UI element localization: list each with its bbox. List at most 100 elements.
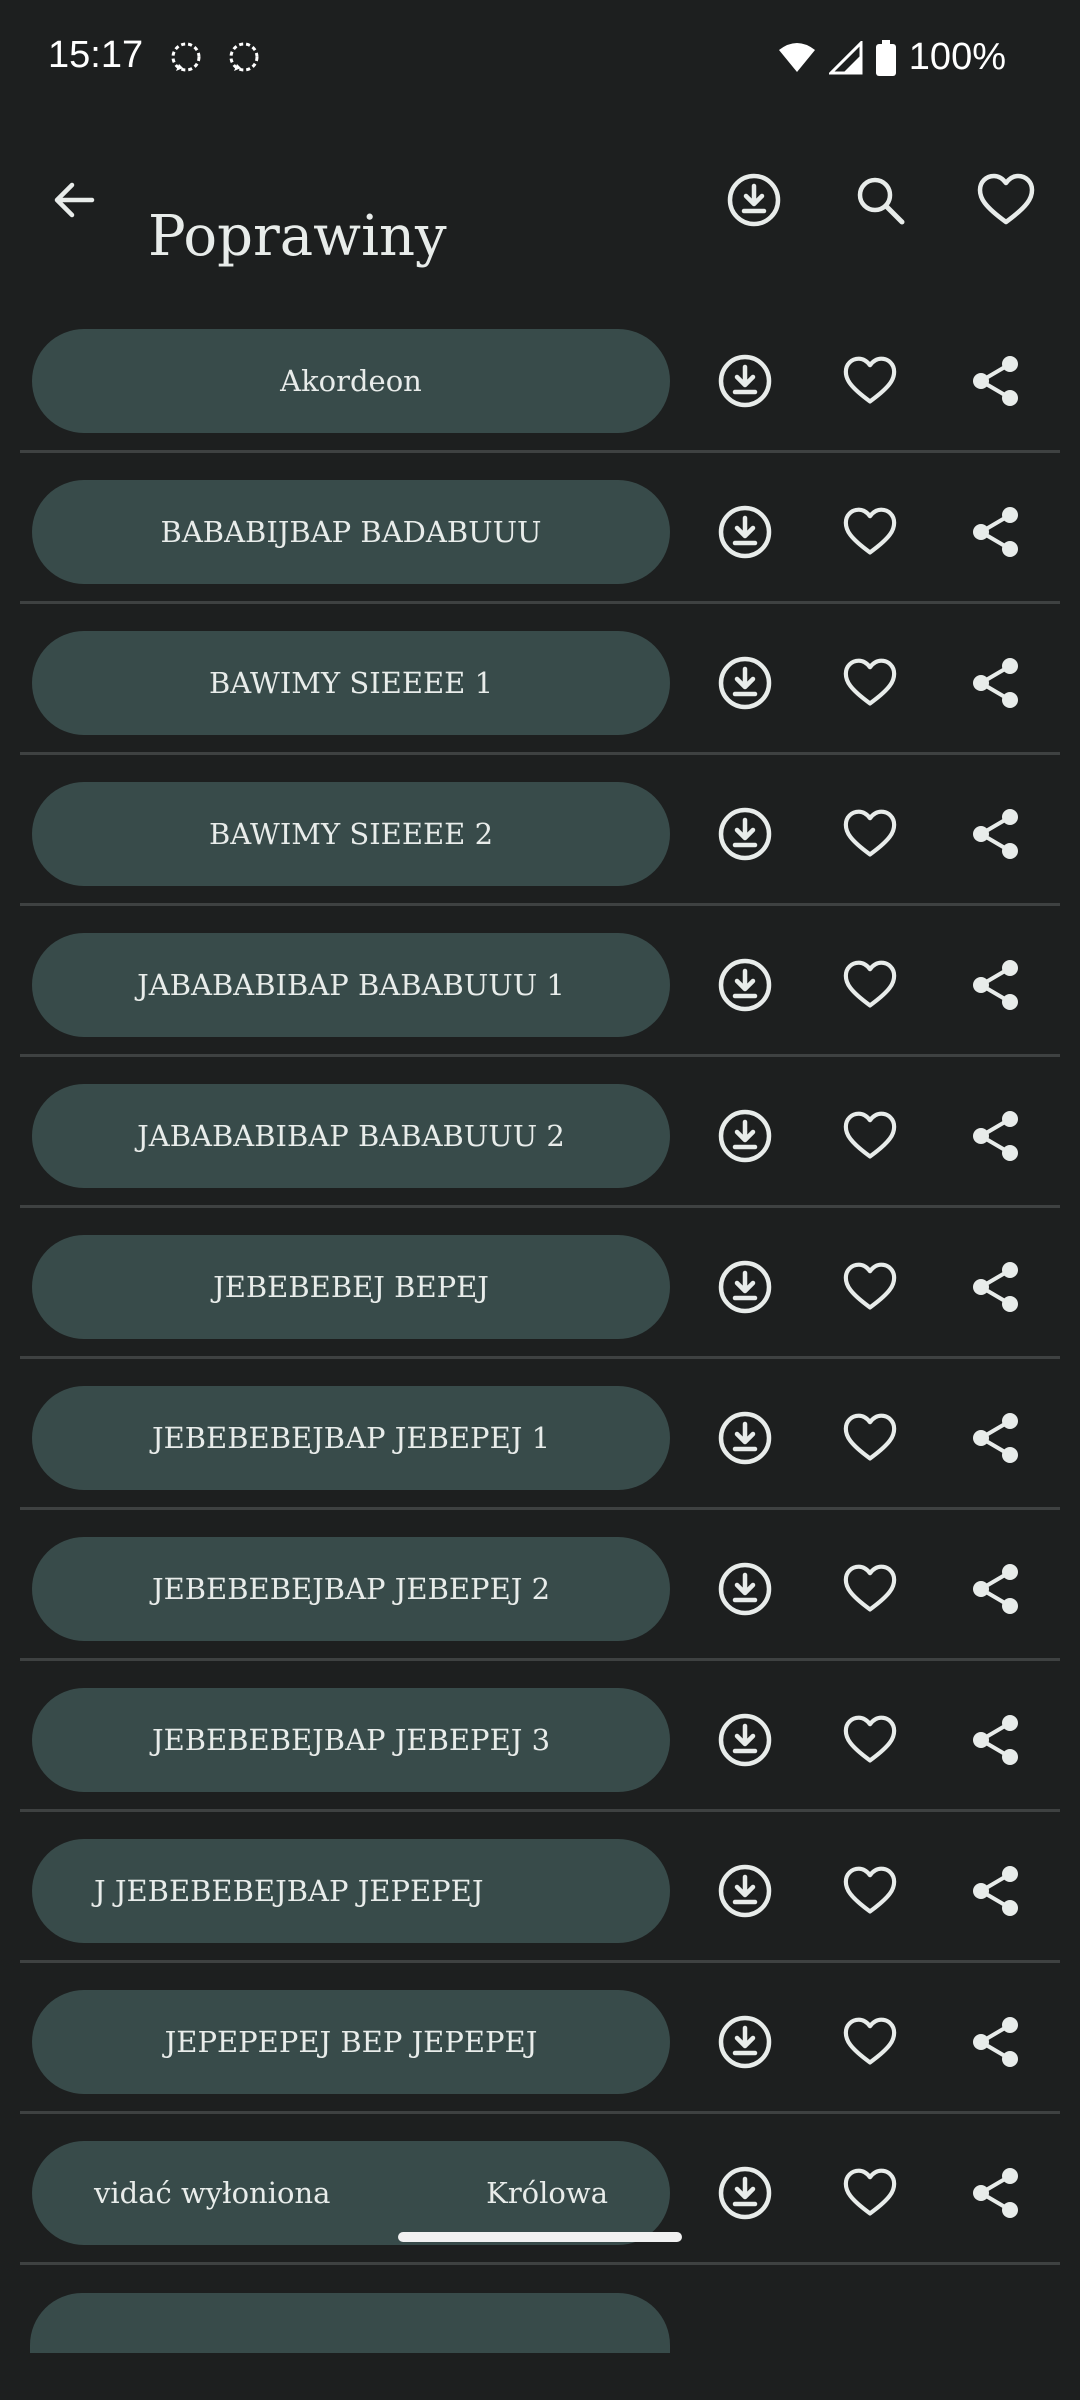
download-all-button[interactable] bbox=[716, 162, 792, 238]
sound-play-button[interactable]: BABABIJBAP BADABUUU bbox=[32, 480, 670, 584]
heart-icon bbox=[842, 1110, 898, 1162]
favorite-button[interactable] bbox=[828, 2151, 912, 2235]
sound-play-button[interactable] bbox=[30, 2293, 670, 2353]
favorite-button[interactable] bbox=[828, 490, 912, 574]
sound-play-button[interactable]: vidać wyłoniona Królowa bbox=[32, 2141, 670, 2245]
download-icon bbox=[715, 351, 775, 411]
download-icon bbox=[715, 1106, 775, 1166]
signal-messenger-icon bbox=[168, 40, 204, 76]
share-button[interactable] bbox=[954, 792, 1038, 876]
favorite-button[interactable] bbox=[828, 1698, 912, 1782]
sound-play-button[interactable]: BAWIMY SIEEEE 2 bbox=[32, 782, 670, 886]
heart-icon bbox=[976, 172, 1036, 228]
download-button[interactable] bbox=[703, 2151, 787, 2235]
share-button[interactable] bbox=[954, 1094, 1038, 1178]
favorite-button[interactable] bbox=[828, 641, 912, 725]
sound-play-button[interactable]: JEBEBEBEJBAP JEBEPEJ 2 bbox=[32, 1537, 670, 1641]
sound-play-button[interactable]: JEBEBEBEJBAP JEBEPEJ 3 bbox=[32, 1688, 670, 1792]
page-title: Poprawiny bbox=[148, 203, 447, 269]
share-icon bbox=[968, 1863, 1024, 1919]
download-button[interactable] bbox=[703, 1245, 787, 1329]
download-button[interactable] bbox=[703, 490, 787, 574]
sound-label: BAWIMY SIEEEE 2 bbox=[208, 817, 494, 851]
download-icon bbox=[715, 1257, 775, 1317]
favorite-button[interactable] bbox=[828, 1396, 912, 1480]
share-icon bbox=[968, 806, 1024, 862]
share-button[interactable] bbox=[954, 1547, 1038, 1631]
wifi-icon bbox=[777, 42, 817, 74]
share-button[interactable] bbox=[954, 641, 1038, 725]
gesture-nav-handle[interactable] bbox=[398, 2232, 682, 2242]
download-icon bbox=[715, 955, 775, 1015]
download-button[interactable] bbox=[703, 1094, 787, 1178]
download-button[interactable] bbox=[703, 1547, 787, 1631]
download-icon bbox=[715, 2163, 775, 2223]
sound-play-button[interactable]: JABABABIBAP BABABUUU 1 bbox=[32, 933, 670, 1037]
favorite-button[interactable] bbox=[828, 792, 912, 876]
download-button[interactable] bbox=[703, 943, 787, 1027]
list-item: BAWIMY SIEEEE 2 bbox=[0, 755, 1080, 906]
list-item: J JEBEBEBEJBAP JEPEPEJ bbox=[0, 1812, 1080, 1963]
share-icon bbox=[968, 2014, 1024, 2070]
sound-play-button[interactable]: JEBEBEBEJ BEPEJ bbox=[32, 1235, 670, 1339]
download-button[interactable] bbox=[703, 1849, 787, 1933]
list-item: JEPEPEPEJ BEP JEPEPEJ bbox=[0, 1963, 1080, 2114]
sound-label: JEPEPEPEJ BEP JEPEPEJ bbox=[164, 2025, 538, 2059]
share-button[interactable] bbox=[954, 2000, 1038, 2084]
share-icon bbox=[968, 957, 1024, 1013]
share-icon bbox=[968, 353, 1024, 409]
share-button[interactable] bbox=[954, 1396, 1038, 1480]
favorite-button[interactable] bbox=[828, 943, 912, 1027]
favorite-button[interactable] bbox=[828, 1245, 912, 1329]
share-button[interactable] bbox=[954, 490, 1038, 574]
list-item-partial bbox=[0, 2265, 1080, 2355]
sound-play-button[interactable]: JABABABIBAP BABABUUU 2 bbox=[32, 1084, 670, 1188]
share-icon bbox=[968, 1108, 1024, 1164]
battery-icon bbox=[875, 39, 897, 76]
list-item: JEBEBEBEJBAP JEBEPEJ 1 bbox=[0, 1359, 1080, 1510]
list-item: JEBEBEBEJBAP JEBEPEJ 2 bbox=[0, 1510, 1080, 1661]
share-button[interactable] bbox=[954, 1245, 1038, 1329]
share-icon bbox=[968, 1259, 1024, 1315]
sound-play-button[interactable]: Akordeon bbox=[32, 329, 670, 433]
sound-label: JEBEBEBEJBAP JEBEPEJ 3 bbox=[151, 1723, 551, 1757]
favorite-button[interactable] bbox=[828, 339, 912, 423]
share-button[interactable] bbox=[954, 2151, 1038, 2235]
share-icon bbox=[968, 655, 1024, 711]
favorite-button[interactable] bbox=[828, 1547, 912, 1631]
download-icon bbox=[715, 1559, 775, 1619]
search-button[interactable] bbox=[842, 162, 918, 238]
download-button[interactable] bbox=[703, 1396, 787, 1480]
share-button[interactable] bbox=[954, 339, 1038, 423]
share-button[interactable] bbox=[954, 1698, 1038, 1782]
sound-play-button[interactable]: J JEBEBEBEJBAP JEPEPEJ bbox=[32, 1839, 670, 1943]
sound-play-button[interactable]: JEBEBEBEJBAP JEBEPEJ 1 bbox=[32, 1386, 670, 1490]
download-button[interactable] bbox=[703, 1698, 787, 1782]
download-button[interactable] bbox=[703, 792, 787, 876]
sound-label: JABABABIBAP BABABUUU 2 bbox=[137, 1119, 565, 1153]
list-item: Akordeon bbox=[0, 302, 1080, 453]
share-icon bbox=[968, 1712, 1024, 1768]
status-time: 15:17 bbox=[48, 34, 144, 76]
download-icon bbox=[715, 1408, 775, 1468]
sound-play-button[interactable]: JEPEPEPEJ BEP JEPEPEJ bbox=[32, 1990, 670, 2094]
favorites-button[interactable] bbox=[968, 162, 1044, 238]
sound-play-button[interactable]: BAWIMY SIEEEE 1 bbox=[32, 631, 670, 735]
share-button[interactable] bbox=[954, 943, 1038, 1027]
heart-icon bbox=[842, 959, 898, 1011]
sound-label: J JEBEBEBEJBAP JEPEPEJ bbox=[94, 1874, 484, 1908]
share-button[interactable] bbox=[954, 1849, 1038, 1933]
favorite-button[interactable] bbox=[828, 2000, 912, 2084]
sound-label: JABABABIBAP BABABUUU 1 bbox=[137, 968, 565, 1002]
sound-label: JEBEBEBEJBAP JEBEPEJ 2 bbox=[151, 1572, 551, 1606]
heart-icon bbox=[842, 355, 898, 407]
back-button[interactable] bbox=[38, 164, 110, 236]
download-button[interactable] bbox=[703, 641, 787, 725]
download-button[interactable] bbox=[703, 339, 787, 423]
download-button[interactable] bbox=[703, 2000, 787, 2084]
sound-label: vidać wyłoniona bbox=[94, 2176, 331, 2210]
favorite-button[interactable] bbox=[828, 1094, 912, 1178]
share-icon bbox=[968, 1561, 1024, 1617]
heart-icon bbox=[842, 1563, 898, 1615]
favorite-button[interactable] bbox=[828, 1849, 912, 1933]
